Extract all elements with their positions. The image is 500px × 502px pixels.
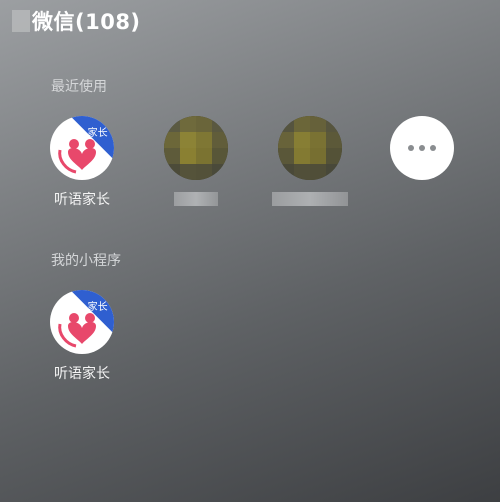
redacted-name (174, 192, 218, 206)
pixelated-avatar-icon (164, 116, 228, 180)
mini-program-tingyu-mine[interactable]: 家长 听语家长 (30, 290, 134, 383)
more-dots-icon (390, 116, 454, 180)
page-title: 微信(108) (32, 10, 141, 34)
recent-section-label: 最近使用 (51, 79, 107, 95)
app-name: 听语家长 (54, 366, 110, 382)
mini-program-redacted-1[interactable] (144, 116, 248, 206)
app-name: 听语家长 (54, 192, 110, 208)
redacted-name (272, 192, 348, 206)
mini-program-tingyu-recent[interactable]: 家长 听语家长 (30, 116, 134, 209)
blurred-prefix (12, 10, 30, 32)
my-mini-programs-label: 我的小程序 (51, 253, 121, 269)
pixelated-avatar-icon (278, 116, 342, 180)
tingyu-parent-logo-icon: 家长 (50, 116, 114, 180)
app-title-bar: 微信(108) (0, 6, 141, 36)
more-button[interactable] (370, 116, 474, 180)
tingyu-parent-logo-icon: 家长 (50, 290, 114, 354)
mini-program-redacted-2[interactable] (258, 116, 362, 206)
